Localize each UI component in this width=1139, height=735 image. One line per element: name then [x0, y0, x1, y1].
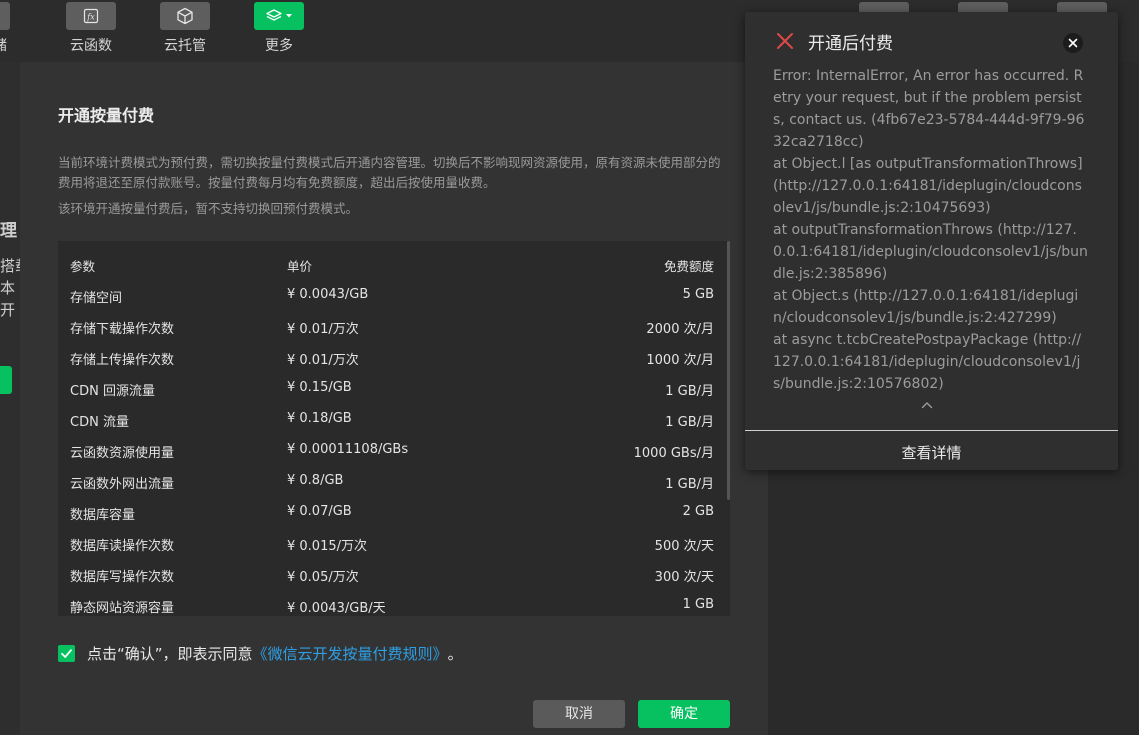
table-row: 数据库写操作次数 ¥ 0.05/万次 300 次/天	[58, 559, 730, 590]
error-toast: 开通后付费 Error: InternalError, An error has…	[745, 12, 1118, 470]
row-free-quota: 1 GB	[682, 597, 714, 612]
header-free-quota: 免费额度	[663, 259, 714, 274]
background-page-left	[0, 62, 20, 735]
table-row: CDN 流量 ¥ 0.18/GB 1 GB/月	[58, 404, 730, 435]
table-row: CDN 回源流量 ¥ 0.15/GB 1 GB/月	[58, 373, 730, 404]
row-price: ¥ 0.015/万次	[287, 539, 367, 554]
background-fragment: 开	[0, 301, 16, 319]
agree-suffix: 。	[447, 644, 463, 663]
row-free-quota: 1000 次/月	[646, 353, 714, 368]
pricing-table: 参数 单价 免费额度 存储空间 ¥ 0.0043/GB 5 GB 存储下载操作次数 ¥ …	[58, 241, 730, 616]
svg-text:fx: fx	[86, 13, 95, 22]
table-header-row: 参数 单价 免费额度	[58, 249, 730, 280]
row-param: 存储上传操作次数	[70, 353, 175, 368]
toast-title: 开通后付费	[808, 34, 893, 54]
error-message: Error: InternalError, An error has occur…	[773, 68, 1088, 392]
row-param: 云函数外网出流量	[70, 477, 175, 492]
row-price: ¥ 0.0043/GB/天	[287, 601, 386, 616]
background-fragment: 搭载	[0, 257, 20, 275]
cube-icon	[160, 2, 210, 30]
chevron-up-icon[interactable]	[921, 401, 933, 409]
row-price: ¥ 0.05/万次	[287, 570, 359, 585]
background-fragment: 本	[0, 279, 16, 297]
row-free-quota: 300 次/天	[654, 570, 714, 585]
row-price: ¥ 0.01/万次	[287, 322, 359, 337]
postpay-dialog: 开通按量付费 当前环境计费模式为预付费，需切换按量付费模式后开通内容管理。切换后…	[20, 62, 768, 735]
row-free-quota: 5 GB	[682, 287, 714, 302]
tool-more[interactable]: 更多	[249, 2, 309, 55]
row-param: 存储下载操作次数	[70, 322, 175, 337]
storage-tool-label: 储	[0, 35, 7, 55]
row-price: ¥ 0.0043/GB	[287, 287, 369, 302]
tool-cloud-hosting[interactable]: 云托管	[155, 2, 215, 55]
pricing-rules-link[interactable]: 《微信云开发按量付费规则》	[253, 643, 448, 664]
table-row: 存储上传操作次数 ¥ 0.01/万次 1000 次/月	[58, 342, 730, 373]
tool-more-label: 更多	[265, 38, 293, 54]
row-free-quota: 1 GB/月	[665, 477, 714, 492]
storage-tool-button[interactable]	[0, 2, 10, 30]
row-free-quota: 1 GB/月	[665, 415, 714, 430]
row-free-quota: 2000 次/月	[646, 322, 714, 337]
table-scrollbar[interactable]	[727, 241, 730, 500]
toast-divider	[745, 430, 1118, 431]
view-details-button[interactable]: 查看详情	[745, 442, 1118, 463]
close-button[interactable]	[1063, 33, 1083, 53]
row-free-quota: 1000 GBs/月	[633, 446, 714, 461]
row-free-quota: 1 GB/月	[665, 384, 714, 399]
agreement-row: 点击“确认”，即表示同意 《微信云开发按量付费规则》 。	[58, 643, 463, 663]
agree-text: 点击“确认”，即表示同意	[87, 644, 253, 663]
row-price: ¥ 0.15/GB	[287, 380, 352, 395]
table-row: 云函数资源使用量 ¥ 0.00011108/GBs 1000 GBs/月	[58, 435, 730, 466]
row-price: ¥ 0.01/万次	[287, 353, 359, 368]
row-param: 云函数资源使用量	[70, 446, 175, 461]
table-row: 存储空间 ¥ 0.0043/GB 5 GB	[58, 280, 730, 311]
layers-icon	[254, 2, 304, 30]
row-param: CDN 流量	[70, 415, 129, 430]
check-icon	[61, 648, 72, 658]
cancel-button[interactable]: 取消	[533, 700, 625, 728]
tool-cloud-function[interactable]: fx 云函数	[61, 2, 121, 55]
row-param: 数据库读操作次数	[70, 539, 175, 554]
background-green-button[interactable]	[0, 366, 12, 394]
tool-cloud-function-label: 云函数	[70, 38, 112, 54]
header-param: 参数	[70, 259, 96, 274]
row-param: CDN 回源流量	[70, 384, 155, 399]
tool-cloud-hosting-label: 云托管	[164, 38, 206, 54]
close-icon	[1068, 38, 1078, 48]
row-price: ¥ 0.8/GB	[287, 473, 344, 488]
agree-checkbox[interactable]	[58, 644, 75, 662]
error-icon	[777, 33, 793, 49]
table-row: 数据库读操作次数 ¥ 0.015/万次 500 次/天	[58, 528, 730, 559]
dialog-title: 开通按量付费	[58, 106, 155, 125]
dialog-note: 该环境开通按量付费后，暂不支持切换回预付费模式。	[58, 201, 359, 216]
row-free-quota: 500 次/天	[654, 539, 714, 554]
dialog-description: 当前环境计费模式为预付费，需切换按量付费模式后开通内容管理。切换后不影响现网资源…	[58, 155, 721, 190]
background-fragment: 理	[0, 221, 17, 241]
table-row: 存储下载操作次数 ¥ 0.01/万次 2000 次/月	[58, 311, 730, 342]
row-price: ¥ 0.07/GB	[287, 504, 352, 519]
table-row: 数据库容量 ¥ 0.07/GB 2 GB	[58, 497, 730, 528]
confirm-button[interactable]: 确定	[638, 700, 730, 728]
function-icon: fx	[66, 2, 116, 30]
header-price: 单价	[287, 259, 313, 274]
table-row: 静态网站资源容量 ¥ 0.0043/GB/天 1 GB	[58, 590, 730, 616]
row-price: ¥ 0.00011108/GBs	[287, 442, 409, 457]
row-param: 存储空间	[70, 291, 123, 306]
row-free-quota: 2 GB	[682, 504, 714, 519]
row-param: 静态网站资源容量	[70, 601, 175, 616]
row-price: ¥ 0.18/GB	[287, 411, 352, 426]
row-param: 数据库容量	[70, 508, 136, 523]
table-row: 云函数外网出流量 ¥ 0.8/GB 1 GB/月	[58, 466, 730, 497]
row-param: 数据库写操作次数	[70, 570, 175, 585]
